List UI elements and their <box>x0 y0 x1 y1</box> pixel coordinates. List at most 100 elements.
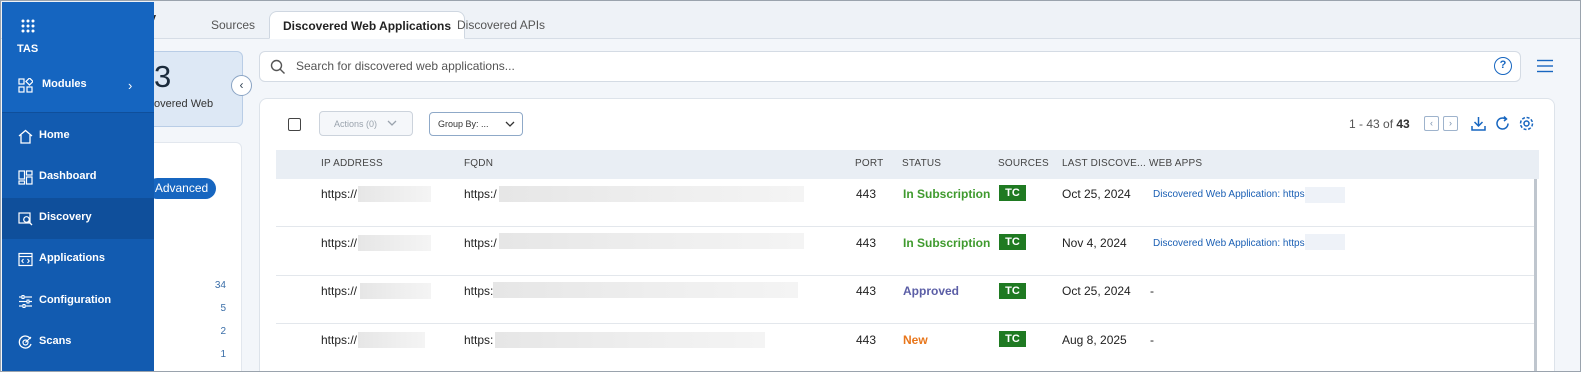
summary-label: overed Web <box>154 98 214 110</box>
scans-icon <box>18 335 32 349</box>
redacted-value <box>499 233 804 249</box>
collapse-panel-button[interactable]: ‹ <box>231 75 252 96</box>
next-page-button[interactable]: › <box>1443 116 1458 131</box>
status-cell: New <box>903 333 928 347</box>
sidebar-item-label: Scans <box>39 335 72 347</box>
download-icon[interactable] <box>1470 115 1487 132</box>
home-icon <box>18 129 33 144</box>
fqdn-cell: https: <box>464 333 494 347</box>
app-window: y Sources Discovered Web Applications Di… <box>0 0 1581 372</box>
column-header-sources[interactable]: SOURCES <box>998 158 1049 169</box>
sidebar-item-label: Dashboard <box>39 170 97 182</box>
redacted-value <box>1305 187 1345 203</box>
column-header-ip-address[interactable]: IP ADDRESS <box>321 158 383 169</box>
redacted-value <box>1305 234 1345 250</box>
filter-count: 2 <box>220 326 226 337</box>
web-apps-cell: - <box>1150 284 1154 298</box>
modules-icon <box>18 78 33 93</box>
filter-count: 34 <box>214 280 226 291</box>
column-header-web-apps[interactable]: WEB APPS <box>1149 158 1202 169</box>
last-discovered-cell: Oct 25, 2024 <box>1062 187 1131 201</box>
sidebar-item-modules[interactable]: Modules › <box>2 65 154 106</box>
search-icon <box>270 59 285 74</box>
source-badge: TC <box>999 185 1026 201</box>
redacted-value <box>358 235 431 251</box>
ip-address-cell: https:// <box>321 236 358 250</box>
table-row[interactable] <box>276 324 1537 371</box>
settings-gear-icon[interactable] <box>1518 115 1535 132</box>
app-grid-icon[interactable] <box>21 19 35 33</box>
hamburger-menu-icon[interactable] <box>1537 59 1553 73</box>
source-badge: TC <box>999 283 1026 299</box>
sidebar-item-configuration[interactable]: Configuration <box>2 281 154 322</box>
last-discovered-cell: Oct 25, 2024 <box>1062 284 1131 298</box>
redacted-value <box>495 332 765 348</box>
filter-count: 1 <box>220 349 226 360</box>
sidebar-item-label: Home <box>39 129 70 141</box>
sidebar-item-home[interactable]: Home <box>2 116 154 157</box>
tab-label: Sources <box>211 18 256 32</box>
column-header-port[interactable]: PORT <box>855 158 883 169</box>
discovery-icon <box>18 212 33 226</box>
chevron-down-icon <box>387 120 397 126</box>
column-header-fqdn[interactable]: FQDN <box>464 158 493 169</box>
ip-address-cell: https:// <box>321 284 358 298</box>
status-cell: In Subscription <box>903 187 991 201</box>
previous-page-button[interactable]: ‹ <box>1424 116 1439 131</box>
ip-address-cell: https:// <box>321 187 358 201</box>
last-discovered-cell: Aug 8, 2025 <box>1062 333 1127 347</box>
sidebar-item-label: Applications <box>39 252 106 264</box>
tab-discovered-web-applications[interactable]: Discovered Web Applications <box>269 11 466 39</box>
sidebar-item-discovery[interactable]: Discovery <box>2 198 154 239</box>
redacted-value <box>358 186 431 202</box>
sidebar-item-label: Configuration <box>39 294 112 306</box>
fqdn-cell: https: <box>464 284 494 298</box>
column-header-status[interactable]: STATUS <box>902 158 941 169</box>
source-badge: TC <box>999 234 1026 250</box>
redacted-value <box>360 283 431 299</box>
brand-name: TAS <box>17 43 39 55</box>
redacted-value <box>493 282 798 298</box>
search-input[interactable] <box>296 59 1396 73</box>
redacted-value <box>499 186 804 202</box>
port-cell: 443 <box>856 236 877 250</box>
status-cell: Approved <box>903 284 960 298</box>
top-tab-bar: y Sources Discovered Web Applications Di… <box>1 1 1580 39</box>
web-app-link[interactable]: Discovered Web Application: https:// <box>1153 189 1313 200</box>
summary-count: 3 <box>154 59 172 94</box>
tab-discovered-apis[interactable]: Discovered APIs <box>444 11 558 39</box>
web-app-link[interactable]: Discovered Web Application: https:// <box>1153 238 1313 249</box>
tab-sources[interactable]: Sources <box>198 11 268 39</box>
port-cell: 443 <box>856 187 877 201</box>
advanced-filter-button[interactable]: Advanced <box>147 178 216 199</box>
sidebar-item-scans[interactable]: Scans <box>2 322 154 363</box>
table-scrollbar[interactable] <box>1534 179 1537 371</box>
source-badge: TC <box>999 331 1026 347</box>
tab-label: Discovered APIs <box>457 18 546 32</box>
applications-icon <box>18 252 33 267</box>
chevron-down-icon <box>505 121 515 127</box>
pagination-summary: 1 - 43 of 43 <box>1349 117 1410 131</box>
group-by-dropdown[interactable]: Group By: ... <box>429 112 523 136</box>
configuration-icon <box>19 295 32 308</box>
filter-count: 5 <box>220 303 226 314</box>
group-by-label: Group By: ... <box>438 119 489 129</box>
pager-total: 43 <box>1396 117 1410 131</box>
actions-label: Actions (0) <box>334 119 378 129</box>
ip-address-cell: https:// <box>321 333 358 347</box>
fqdn-cell: https:/ <box>464 187 497 201</box>
select-all-checkbox[interactable] <box>288 118 301 131</box>
sidebar-item-applications[interactable]: Applications <box>2 239 154 280</box>
column-header-last-discovered[interactable]: LAST DISCOVE... <box>1062 158 1146 169</box>
tab-label: Discovered Web Applications <box>283 19 452 33</box>
fqdn-cell: https:/ <box>464 236 497 250</box>
chevron-right-icon: › <box>128 78 133 93</box>
port-cell: 443 <box>856 284 877 298</box>
port-cell: 443 <box>856 333 877 347</box>
help-icon[interactable]: ? <box>1494 57 1512 75</box>
sidebar: TAS Modules › Home Dashboard Discovery A… <box>2 2 154 371</box>
actions-dropdown: Actions (0) <box>319 111 413 136</box>
sidebar-item-dashboard[interactable]: Dashboard <box>2 157 154 198</box>
pager-range: 1 - 43 of <box>1349 117 1394 131</box>
refresh-icon[interactable] <box>1494 115 1511 132</box>
